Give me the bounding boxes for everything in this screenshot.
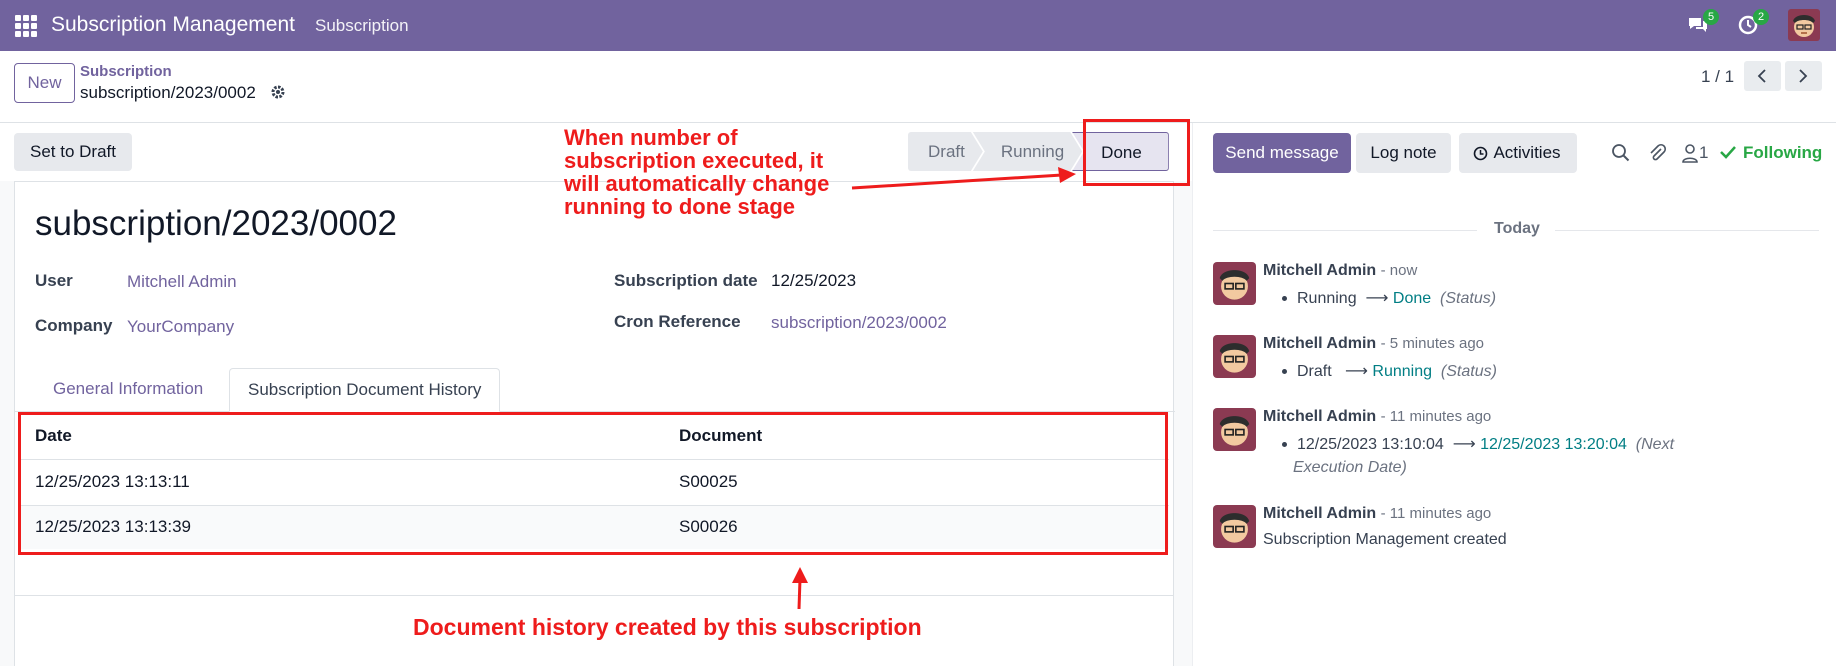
today-separator: Today xyxy=(1494,220,1540,237)
user-avatar[interactable] xyxy=(1788,9,1820,41)
annotation-note-top: When number of subscription executed, it… xyxy=(564,125,830,219)
paperclip-icon[interactable] xyxy=(1647,143,1667,163)
annotation-arrow-right-icon xyxy=(851,167,1076,190)
followers-count[interactable]: 1 xyxy=(1699,143,1708,163)
message-body: Subscription Management created xyxy=(1263,531,1507,548)
new-button[interactable]: New xyxy=(14,63,75,103)
subscription-date-label: Subscription date xyxy=(614,271,758,290)
company-label: Company xyxy=(35,316,113,335)
avatar[interactable] xyxy=(1213,335,1256,378)
app-title[interactable]: Subscription Management xyxy=(51,13,295,37)
top-navbar: Subscription Management Subscription 5 2 xyxy=(0,0,1836,51)
record-title: subscription/2023/0002 xyxy=(35,204,397,243)
message-author[interactable]: Mitchell Admin - 11 minutes ago xyxy=(1263,505,1491,523)
breadcrumb-current: subscription/2023/0002 xyxy=(80,83,256,102)
chatter-panel: Send message Log note Activities 1 xyxy=(1192,123,1836,666)
message-author[interactable]: Mitchell Admin - now xyxy=(1263,262,1417,280)
history-table-highlight-box xyxy=(18,412,1168,555)
chevron-left-icon xyxy=(1757,69,1766,83)
avatar[interactable] xyxy=(1213,408,1256,451)
avatar[interactable] xyxy=(1213,505,1256,548)
annotation-arrow-up-icon xyxy=(792,567,808,610)
activities-badge: 2 xyxy=(1753,9,1770,25)
chevron-right-icon xyxy=(1799,69,1808,83)
avatar[interactable] xyxy=(1213,262,1256,305)
bullet xyxy=(1282,296,1287,301)
messages-badge: 5 xyxy=(1703,9,1720,25)
user-label: User xyxy=(35,271,73,290)
check-icon xyxy=(1720,146,1736,159)
cron-reference-label: Cron Reference xyxy=(614,312,741,331)
gear-icon[interactable] xyxy=(270,84,287,101)
tab-general-information[interactable]: General Information xyxy=(35,368,221,412)
breadcrumb-parent[interactable]: Subscription xyxy=(80,63,172,80)
tab-subscription-document-history[interactable]: Subscription Document History xyxy=(229,368,501,412)
log-note-button[interactable]: Log note xyxy=(1356,133,1451,173)
apps-menu-icon[interactable] xyxy=(15,15,37,37)
table-footer-divider xyxy=(15,595,1173,596)
subscription-date-field[interactable]: 12/25/2023 xyxy=(771,271,856,291)
divider-line xyxy=(1555,230,1819,231)
bullet xyxy=(1282,369,1287,374)
control-panel: New Subscription subscription/2023/0002 … xyxy=(0,51,1836,123)
menu-item-subscription[interactable]: Subscription xyxy=(315,16,409,36)
pager-value[interactable]: 1 / 1 xyxy=(1701,67,1734,87)
clock-icon xyxy=(1473,146,1488,161)
company-field[interactable]: YourCompany xyxy=(127,317,234,337)
set-to-draft-button[interactable]: Set to Draft xyxy=(14,133,132,171)
bullet xyxy=(1282,442,1287,447)
follower-user-icon[interactable] xyxy=(1681,143,1699,163)
divider-line xyxy=(1213,230,1477,231)
annotation-note-bottom: Document history created by this subscri… xyxy=(413,614,922,640)
done-stage-highlight-box xyxy=(1083,119,1190,186)
cron-reference-field[interactable]: subscription/2023/0002 xyxy=(771,313,947,333)
activities-label: Activities xyxy=(1493,143,1561,162)
message-author[interactable]: Mitchell Admin - 11 minutes ago xyxy=(1263,408,1491,426)
pager-next-button[interactable] xyxy=(1785,61,1822,91)
search-icon[interactable] xyxy=(1611,143,1631,163)
tracking-change: 12/25/2023 13:10:04 ⟶ 12/25/2023 13:20:0… xyxy=(1297,436,1675,453)
tracking-change: Running ⟶ Done (Status) xyxy=(1297,290,1497,307)
user-field[interactable]: Mitchell Admin xyxy=(127,272,237,292)
tracking-field-name: Execution Date) xyxy=(1293,459,1407,476)
send-message-button[interactable]: Send message xyxy=(1213,133,1351,173)
pager-previous-button[interactable] xyxy=(1744,61,1781,91)
tracking-change: Draft ⟶ Running (Status) xyxy=(1297,363,1497,380)
message-author[interactable]: Mitchell Admin - 5 minutes ago xyxy=(1263,335,1484,353)
following-button[interactable]: Following xyxy=(1743,143,1822,163)
